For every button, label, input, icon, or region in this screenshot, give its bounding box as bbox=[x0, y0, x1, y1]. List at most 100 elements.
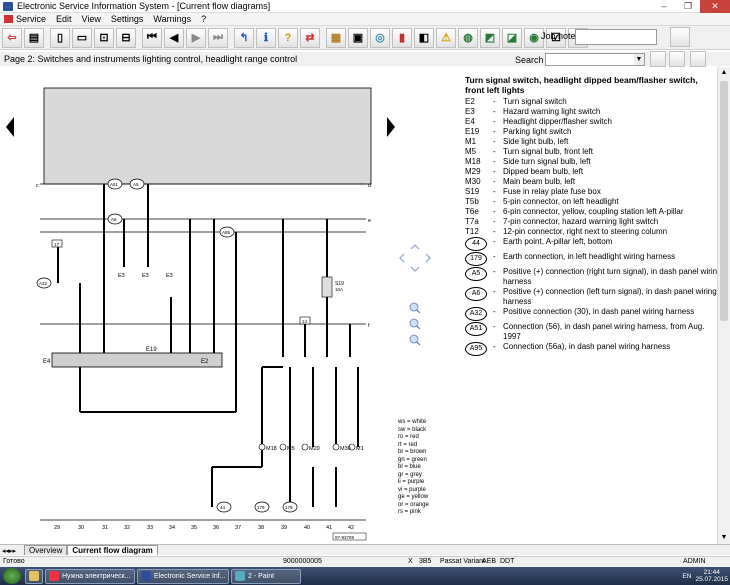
repair-icon[interactable]: ▦ bbox=[326, 27, 346, 48]
tab-overview[interactable]: Overview bbox=[24, 545, 68, 555]
connection-A6: A6 bbox=[107, 213, 123, 225]
svg-text:17: 17 bbox=[54, 242, 60, 247]
repair2-icon[interactable]: ◪ bbox=[502, 27, 522, 48]
svg-text:A95: A95 bbox=[222, 230, 231, 235]
globe-icon[interactable]: ◍ bbox=[458, 27, 478, 48]
last-page-icon[interactable]: ⏭ bbox=[208, 27, 228, 48]
colour-key: ws = white sw = black ro = red rt = red br … bbox=[398, 419, 429, 515]
legend-row: T6e -6-pin connector, yellow, coupling st… bbox=[465, 207, 684, 216]
svg-text:A6: A6 bbox=[111, 217, 117, 222]
language-indicator[interactable]: EN bbox=[682, 573, 691, 580]
wiring-icon[interactable]: ▣ bbox=[348, 27, 368, 48]
pan-controls[interactable] bbox=[399, 244, 431, 272]
scroll-up-icon[interactable]: ▲ bbox=[718, 67, 730, 79]
car2-icon[interactable]: ⊟ bbox=[116, 27, 136, 48]
legend-row: S19- Fuse in relay plate fuse box bbox=[465, 187, 601, 196]
search-input[interactable]: ▼ bbox=[545, 53, 645, 66]
menu-service[interactable]: Service bbox=[16, 14, 46, 24]
prev-page-icon[interactable]: ◀ bbox=[164, 27, 184, 48]
zoom-in-icon[interactable] bbox=[409, 302, 421, 314]
new-doc-icon[interactable]: ▯ bbox=[50, 27, 70, 48]
earth-44: 44 bbox=[216, 501, 232, 513]
svg-text:44: 44 bbox=[220, 505, 226, 510]
taskbar-item-browser[interactable]: Нужна электрическ... bbox=[45, 568, 135, 584]
menu-settings[interactable]: Settings bbox=[111, 14, 144, 24]
system-tray: EN 21:44 25.07.2015 bbox=[682, 567, 728, 585]
menu-edit[interactable]: Edit bbox=[56, 14, 72, 24]
component-E19: E19 bbox=[146, 347, 157, 353]
connection-A32: A32 bbox=[36, 277, 52, 289]
info-icon[interactable]: ℹ bbox=[256, 27, 276, 48]
bulb-M29 bbox=[301, 443, 309, 451]
binoculars-next-icon[interactable] bbox=[669, 51, 685, 67]
clock[interactable]: 21:44 25.07.2015 bbox=[695, 569, 728, 583]
swap-icon[interactable]: ⇄ bbox=[300, 27, 320, 48]
parts-icon[interactable]: ◩ bbox=[480, 27, 500, 48]
print-page-icon[interactable] bbox=[690, 51, 706, 67]
binoculars-icon[interactable] bbox=[650, 51, 666, 67]
legend-row: E2- Turn signal switch bbox=[465, 97, 567, 106]
svg-text:35: 35 bbox=[191, 525, 197, 531]
svg-text:32: 32 bbox=[124, 525, 130, 531]
svg-text:179: 179 bbox=[285, 505, 293, 510]
bulb-M30 bbox=[332, 443, 340, 451]
component-E4: E4 bbox=[43, 359, 51, 365]
prev-diagram-icon[interactable] bbox=[6, 117, 14, 137]
zoom-out-icon[interactable] bbox=[409, 334, 421, 346]
app-icon bbox=[3, 1, 13, 11]
label-M18: M18 bbox=[266, 446, 277, 452]
maximize-button[interactable]: ❐ bbox=[676, 0, 700, 13]
menu-warnings[interactable]: Warnings bbox=[153, 14, 191, 24]
menu-help[interactable]: ? bbox=[201, 14, 206, 24]
switch-block bbox=[51, 352, 223, 368]
next-diagram-icon[interactable] bbox=[387, 117, 395, 137]
legend-row: A51- Connection (56), in dash panel wirin… bbox=[465, 322, 730, 342]
back-icon[interactable]: ↰ bbox=[234, 27, 254, 48]
scroll-down-icon[interactable]: ▼ bbox=[718, 532, 730, 544]
svg-text:E3: E3 bbox=[118, 273, 125, 279]
job-note-button[interactable] bbox=[670, 27, 690, 47]
connection-17: 17 bbox=[51, 239, 63, 248]
svg-text:33: 33 bbox=[147, 525, 153, 531]
minimize-button[interactable]: – bbox=[652, 0, 676, 13]
menu-bar: Service Edit View Settings Warnings ? bbox=[0, 13, 730, 26]
car-icon[interactable]: ⊡ bbox=[94, 27, 114, 48]
next-page-icon[interactable]: ▶ bbox=[186, 27, 206, 48]
tab-current-flow-diagram[interactable]: Current flow diagram bbox=[67, 545, 158, 555]
diagram-ref: 97-93789 bbox=[335, 535, 355, 540]
chevron-down-icon[interactable]: ▼ bbox=[634, 54, 644, 65]
help-icon[interactable]: ? bbox=[278, 27, 298, 48]
taskbar-item-esis[interactable]: Electronic Service Inf... bbox=[137, 568, 229, 584]
rail-label-c: c bbox=[36, 183, 39, 189]
scroll-thumb[interactable] bbox=[720, 81, 728, 321]
svg-text:A51: A51 bbox=[110, 182, 119, 187]
book-icon[interactable]: ▮ bbox=[392, 27, 412, 48]
legend-row: A32- Positive connection (30), in dash pa… bbox=[465, 307, 730, 322]
vertical-scrollbar[interactable]: ▲ ▼ bbox=[717, 67, 730, 544]
close-button[interactable]: ✕ bbox=[700, 0, 730, 13]
earth-179-a: 179 bbox=[254, 501, 270, 513]
taskbar-explorer-icon[interactable] bbox=[25, 568, 43, 584]
svg-text:31: 31 bbox=[102, 525, 108, 531]
component-E3: E3 E3 E3 bbox=[118, 273, 173, 279]
warning-icon[interactable]: ⚠ bbox=[436, 27, 456, 48]
menu-view[interactable]: View bbox=[82, 14, 101, 24]
exit-icon[interactable]: ⇦ bbox=[2, 27, 22, 48]
open-doc-icon[interactable]: ▭ bbox=[72, 27, 92, 48]
job-note-field[interactable] bbox=[575, 29, 657, 45]
start-button[interactable] bbox=[3, 568, 21, 584]
first-page-icon[interactable]: ⏮ bbox=[142, 27, 162, 48]
wiring-diagram: c d e f A51 A5 A6 A32 A95 17 14 E3 E3 E3… bbox=[0, 67, 465, 544]
print-icon[interactable]: ▤ bbox=[24, 27, 44, 48]
svg-text:40: 40 bbox=[304, 525, 310, 531]
tab-scroll-arrows[interactable]: ◂◂▸▸ bbox=[2, 547, 24, 555]
flow-icon[interactable]: ◧ bbox=[414, 27, 434, 48]
legend-title: Turn signal switch, headlight dipped bea… bbox=[465, 75, 698, 95]
status-model: Passat Variant bbox=[440, 558, 486, 565]
connection-14: 14 bbox=[299, 316, 311, 325]
bulb-M5 bbox=[279, 443, 287, 451]
taskbar-item-paint[interactable]: 2 - Paint bbox=[231, 568, 301, 584]
legend-row: E19- Parking light switch bbox=[465, 127, 572, 136]
zoom-icon[interactable] bbox=[409, 318, 421, 330]
assembly-icon[interactable]: ◎ bbox=[370, 27, 390, 48]
